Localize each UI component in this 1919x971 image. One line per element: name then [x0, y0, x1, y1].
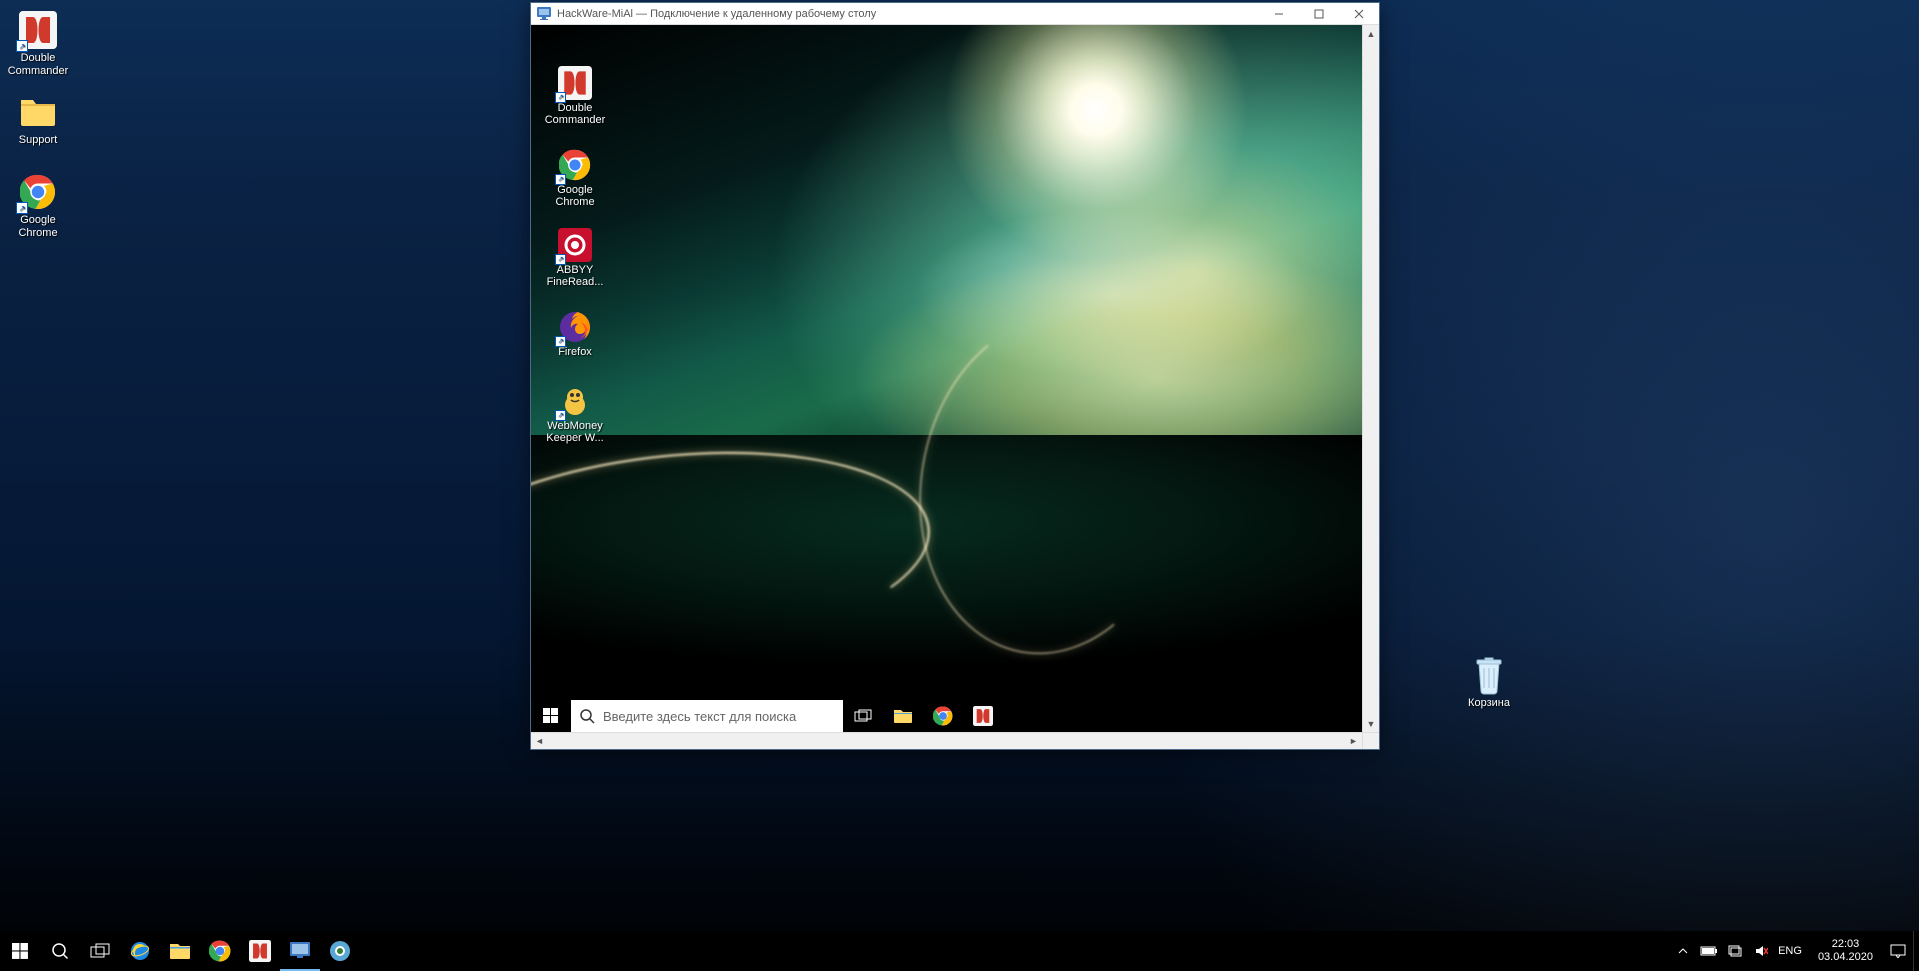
tray-network-icon[interactable]: [1726, 942, 1744, 960]
scroll-track[interactable]: [1363, 42, 1379, 715]
host-desktop[interactable]: ↗ Double Commander Support ↗ Google Chro…: [0, 0, 1919, 971]
minimize-button[interactable]: [1259, 3, 1299, 25]
desktop-icon-recycle-bin[interactable]: Корзина: [1451, 655, 1527, 710]
remote-icon-webmoney-keeper[interactable]: ↗ WebMoney Keeper W...: [539, 383, 611, 444]
tray-language[interactable]: ENG: [1778, 945, 1802, 957]
shortcut-arrow-icon: ↗: [16, 40, 28, 52]
tray-date: 03.04.2020: [1818, 951, 1873, 964]
scroll-right-button[interactable]: ►: [1345, 733, 1362, 749]
icon-label: ABBYY FineRead...: [547, 264, 604, 288]
desktop-icon-support-folder[interactable]: Support: [0, 92, 76, 147]
rdp-horizontal-scrollbar[interactable]: ◄ ►: [531, 732, 1379, 749]
taskbar-double-commander[interactable]: [240, 931, 280, 971]
scroll-up-button[interactable]: ▲: [1363, 25, 1379, 42]
remote-desktop[interactable]: ↗ Double Commander ↗ Google Chrome: [531, 25, 1362, 732]
remote-icon-double-commander[interactable]: ↗ Double Commander: [539, 65, 611, 126]
icon-label: Support: [19, 134, 58, 147]
start-button[interactable]: [0, 931, 40, 971]
icon-label: Double Commander: [8, 52, 69, 78]
desktop-icon-google-chrome[interactable]: ↗ Google Chrome: [0, 172, 76, 240]
search-button[interactable]: [40, 931, 80, 971]
rdp-app-icon: [536, 6, 552, 22]
desktop-icon-double-commander[interactable]: ↗ Double Commander: [0, 10, 76, 78]
firefox-icon: ↗: [557, 309, 593, 345]
shortcut-arrow-icon: ↗: [555, 92, 566, 103]
tray-time: 22:03: [1818, 938, 1873, 951]
tray-volume-icon[interactable]: [1752, 942, 1770, 960]
recycle-bin-icon: [1469, 655, 1509, 695]
remote-taskbar-chrome[interactable]: [923, 700, 963, 732]
scroll-down-button[interactable]: ▼: [1363, 715, 1379, 732]
remote-taskbar[interactable]: Введите здесь текст для поиска: [531, 700, 1362, 732]
icon-label: Double Commander: [545, 102, 606, 126]
search-icon: [571, 708, 603, 724]
icon-label: Google Chrome: [555, 184, 594, 208]
remote-icon-abbyy-finereader[interactable]: ↗ ABBYY FineRead...: [539, 227, 611, 288]
icon-label: Google Chrome: [18, 214, 57, 240]
scroll-corner: [1362, 733, 1379, 749]
shortcut-arrow-icon: ↗: [555, 174, 566, 185]
remote-search-placeholder: Введите здесь текст для поиска: [603, 709, 796, 724]
tray-overflow-icon[interactable]: [1674, 942, 1692, 960]
scroll-track[interactable]: [548, 733, 1345, 749]
tray-battery-icon[interactable]: [1700, 942, 1718, 960]
host-taskbar[interactable]: ENG 22:03 03.04.2020: [0, 931, 1919, 971]
taskbar-app[interactable]: [320, 931, 360, 971]
task-view-button[interactable]: [80, 931, 120, 971]
remote-icon-firefox[interactable]: ↗ Firefox: [539, 309, 611, 358]
shortcut-arrow-icon: ↗: [555, 254, 566, 265]
scroll-left-button[interactable]: ◄: [531, 733, 548, 749]
rdp-window[interactable]: HackWare-MiAl — Подключение к удаленному…: [530, 2, 1380, 750]
abbyy-icon: ↗: [557, 227, 593, 263]
maximize-button[interactable]: [1299, 3, 1339, 25]
taskbar-explorer[interactable]: [160, 931, 200, 971]
shortcut-arrow-icon: ↗: [555, 410, 566, 421]
close-button[interactable]: [1339, 3, 1379, 25]
rdp-title: HackWare-MiAl — Подключение к удаленному…: [557, 8, 1259, 20]
rdp-vertical-scrollbar[interactable]: ▲ ▼: [1362, 25, 1379, 732]
tray-action-center-icon[interactable]: [1889, 942, 1907, 960]
double-commander-icon: ↗: [18, 10, 58, 50]
taskbar-rdp-running[interactable]: [280, 931, 320, 971]
webmoney-icon: ↗: [557, 383, 593, 419]
icon-label: Корзина: [1468, 697, 1510, 710]
rdp-client-area: ↗ Double Commander ↗ Google Chrome: [531, 25, 1379, 732]
shortcut-arrow-icon: ↗: [555, 336, 566, 347]
remote-search-box[interactable]: Введите здесь текст для поиска: [571, 700, 843, 732]
folder-icon: [18, 92, 58, 132]
taskbar-chrome[interactable]: [200, 931, 240, 971]
remote-start-button[interactable]: [531, 700, 571, 732]
chrome-icon: ↗: [18, 172, 58, 212]
taskbar-ie[interactable]: [120, 931, 160, 971]
double-commander-icon: ↗: [557, 65, 593, 101]
rdp-titlebar[interactable]: HackWare-MiAl — Подключение к удаленному…: [531, 3, 1379, 25]
icon-label: WebMoney Keeper W...: [546, 420, 603, 444]
remote-taskbar-double-commander[interactable]: [963, 700, 1003, 732]
tray-clock[interactable]: 22:03 03.04.2020: [1810, 938, 1881, 964]
remote-icon-google-chrome[interactable]: ↗ Google Chrome: [539, 147, 611, 208]
chrome-icon: ↗: [557, 147, 593, 183]
remote-task-view-button[interactable]: [843, 700, 883, 732]
remote-taskbar-explorer[interactable]: [883, 700, 923, 732]
icon-label: Firefox: [558, 346, 592, 358]
show-desktop-button[interactable]: [1913, 931, 1919, 971]
shortcut-arrow-icon: ↗: [16, 202, 28, 214]
rdp-viewport[interactable]: ↗ Double Commander ↗ Google Chrome: [531, 25, 1362, 732]
system-tray[interactable]: ENG 22:03 03.04.2020: [1668, 931, 1913, 971]
